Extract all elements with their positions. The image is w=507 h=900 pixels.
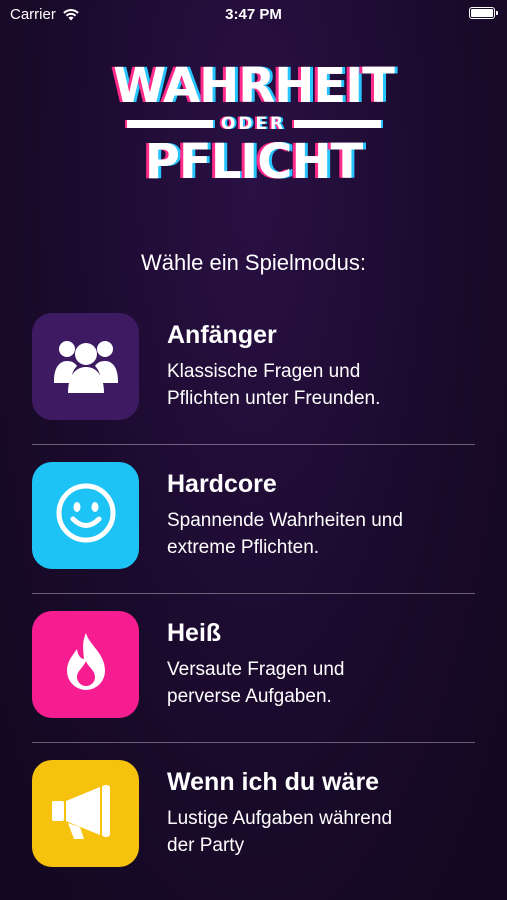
mode-title: Heiß xyxy=(167,619,222,647)
flame-icon xyxy=(59,631,113,698)
logo-oder: ODER xyxy=(220,114,287,134)
smiley-icon xyxy=(55,482,117,549)
logo-bar-right xyxy=(294,120,381,128)
mode-title: Anfänger xyxy=(167,321,277,349)
mode-item-wenn-ich-du-waere[interactable]: Wenn ich du wäre Lustige Aufgaben währen… xyxy=(32,742,475,891)
mode-item-anfaenger[interactable]: Anfänger Klassische Fragen und Pflichten… xyxy=(32,295,475,444)
mode-title: Hardcore xyxy=(167,470,277,498)
mode-description: Lustige Aufgaben während der Party xyxy=(167,808,393,856)
logo-line-1: WAHRHEIT xyxy=(113,58,395,114)
mode-text: Hardcore Spannende Wahrheiten und extrem… xyxy=(167,470,403,561)
mode-icon-tile xyxy=(32,760,139,867)
mode-description: Versaute Fragen und perverse Aufgaben. xyxy=(167,659,345,707)
mode-text: Anfänger Klassische Fragen und Pflichten… xyxy=(167,321,380,412)
app-logo: WAHRHEIT ODER PFLICHT xyxy=(0,62,507,186)
status-bar: Carrier 3:47 PM xyxy=(0,0,507,30)
logo-bar-left xyxy=(126,120,213,128)
logo-oder-row: ODER xyxy=(126,114,381,134)
mode-item-heiss[interactable]: Heiß Versaute Fragen und perverse Aufgab… xyxy=(32,593,475,742)
logo-line-2: PFLICHT xyxy=(144,134,364,190)
mode-text: Wenn ich du wäre Lustige Aufgaben währen… xyxy=(167,768,392,859)
mode-description: Klassische Fragen und Pflichten unter Fr… xyxy=(167,361,381,409)
mode-icon-tile xyxy=(32,313,139,420)
mode-title: Wenn ich du wäre xyxy=(167,768,380,796)
battery-level xyxy=(471,9,493,17)
mode-text: Heiß Versaute Fragen und perverse Aufgab… xyxy=(167,619,344,710)
mode-prompt: Wähle ein Spielmodus: xyxy=(140,250,366,275)
mode-icon-tile xyxy=(32,611,139,718)
mode-list: Anfänger Klassische Fragen und Pflichten… xyxy=(32,295,475,891)
mode-icon-tile xyxy=(32,462,139,569)
status-time: 3:47 PM xyxy=(225,6,282,23)
group-icon xyxy=(53,335,118,398)
battery-icon xyxy=(469,7,498,19)
megaphone-icon xyxy=(50,783,122,844)
mode-description: Spannende Wahrheiten und extreme Pflicht… xyxy=(167,510,403,558)
mode-item-hardcore[interactable]: Hardcore Spannende Wahrheiten und extrem… xyxy=(32,444,475,593)
